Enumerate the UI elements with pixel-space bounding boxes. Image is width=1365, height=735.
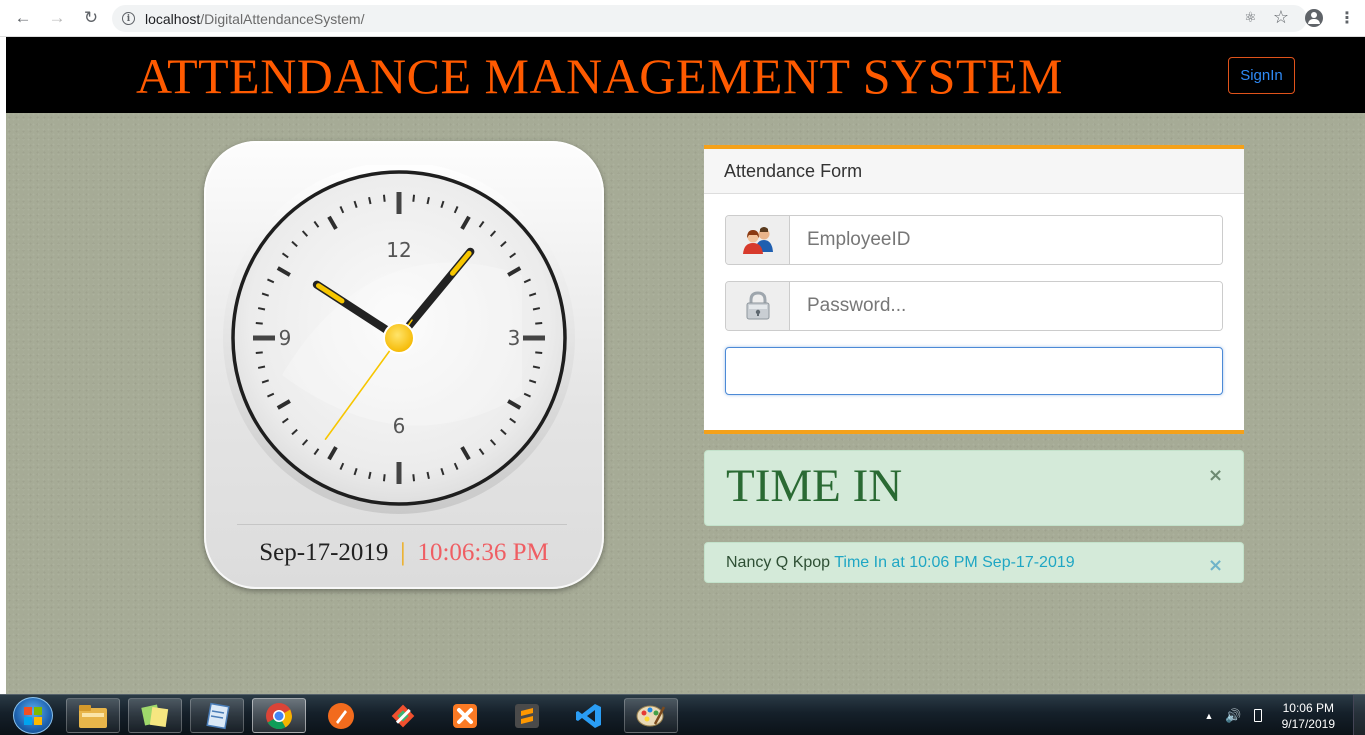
password-input[interactable] [790, 282, 1222, 330]
signin-button[interactable]: SignIn [1228, 57, 1295, 94]
system-tray: ▲ 🔊 10:06 PM 9/17/2019 [1205, 695, 1365, 735]
clock-tick [535, 321, 543, 325]
clock-numeral-9: 9 [279, 326, 292, 350]
xampp-icon[interactable] [438, 698, 492, 733]
site-header: ATTENDANCE MANAGEMENT SYSTEM SignIn [6, 37, 1365, 113]
url-host: localhost [145, 10, 201, 27]
back-arrow-icon[interactable]: ← [12, 7, 34, 29]
info-alert-name: Nancy Q Kpop [726, 554, 831, 571]
address-bar[interactable]: i localhost/DigitalAttendanceSystem/ [112, 5, 1307, 32]
clock-tick [426, 471, 430, 480]
clock-numeral-6: 6 [393, 414, 406, 438]
battery-icon[interactable] [1253, 709, 1262, 722]
paint-icon[interactable] [624, 698, 678, 733]
employee-id-input[interactable] [790, 216, 1222, 264]
employee-id-group [725, 215, 1223, 265]
clock-tick [382, 194, 386, 202]
show-hidden-icons-icon[interactable]: ▲ [1205, 711, 1214, 721]
clock-widget: 12 3 6 9 Sep-17-2019 | 10:06:36 PM [204, 141, 604, 589]
password-group [725, 281, 1223, 331]
profile-icon[interactable] [1305, 8, 1323, 27]
sublime-text-icon[interactable] [500, 698, 554, 733]
timein-alert: TIME IN × [704, 450, 1244, 526]
info-alert-text: Nancy Q Kpop Time In at 10:06 PM Sep-17-… [726, 554, 1075, 572]
attendance-form: Attendance Form [704, 145, 1244, 434]
key-icon[interactable]: ⚛ [1244, 9, 1257, 26]
vscode-icon[interactable] [562, 698, 616, 733]
timein-alert-text: TIME IN [726, 460, 903, 512]
close-icon[interactable]: × [1208, 555, 1223, 576]
clock-tick [368, 196, 372, 205]
clock-tick [532, 307, 541, 311]
close-icon[interactable]: × [1208, 465, 1223, 486]
clock-tick [412, 474, 416, 482]
page-content: ATTENDANCE MANAGEMENT SYSTEM SignIn 12 3… [6, 37, 1365, 694]
clock-tick [382, 474, 386, 482]
info-icon[interactable]: i [122, 12, 135, 25]
scan-input[interactable] [725, 347, 1223, 395]
start-button[interactable] [13, 697, 53, 734]
clock-tick [255, 351, 263, 355]
clock-time: 10:06:36 PM [417, 539, 549, 566]
clock-separator: | [400, 539, 406, 566]
notepad-icon[interactable] [190, 698, 244, 733]
clock-tick [255, 321, 263, 325]
browser-toolbar: ← → ↻ i localhost/DigitalAttendanceSyste… [0, 0, 1365, 37]
clock-tick [257, 365, 266, 369]
users-icon [726, 216, 790, 264]
speaker-icon[interactable]: 🔊 [1225, 708, 1241, 724]
taskbar-date: 9/17/2019 [1281, 716, 1335, 731]
clock-tick [535, 351, 543, 355]
info-alert: Nancy Q Kpop Time In at 10:06 PM Sep-17-… [704, 542, 1244, 583]
clock-numeral-3: 3 [508, 326, 521, 350]
clock-numeral-12: 12 [386, 238, 411, 262]
browser-right-icons: ⚛ ☆ ⋮ [1244, 7, 1355, 28]
clock-center-cap [383, 322, 415, 354]
clock-tick [426, 196, 430, 205]
star-icon[interactable]: ☆ [1273, 7, 1289, 28]
git-icon[interactable] [376, 698, 430, 733]
lock-icon [726, 282, 790, 330]
info-alert-message: Time In at 10:06 PM Sep-17-2019 [834, 554, 1075, 571]
windows-logo-icon [24, 706, 42, 725]
clock-divider [237, 524, 567, 525]
clock-tick [412, 194, 416, 202]
clock-date: Sep-17-2019 [259, 539, 389, 566]
taskbar-time: 10:06 PM [1282, 700, 1334, 715]
sticky-notes-icon[interactable] [128, 698, 182, 733]
reload-icon[interactable]: ↻ [80, 7, 102, 29]
form-heading: Attendance Form [704, 149, 1244, 194]
url-path: /DigitalAttendanceSystem/ [200, 10, 365, 27]
windows-taskbar: ▲ 🔊 10:06 PM 9/17/2019 [0, 694, 1365, 735]
chrome-icon[interactable] [252, 698, 306, 733]
kebab-menu-icon[interactable]: ⋮ [1339, 8, 1355, 28]
taskbar-clock[interactable]: 10:06 PM 9/17/2019 [1282, 700, 1335, 732]
clock-tick [257, 307, 266, 311]
page-title: ATTENDANCE MANAGEMENT SYSTEM [136, 48, 1063, 104]
forward-arrow-icon[interactable]: → [46, 7, 68, 29]
clock-tick [368, 471, 372, 480]
analog-clock: 12 3 6 9 [223, 165, 575, 514]
show-desktop-button[interactable] [1353, 695, 1365, 735]
clock-tick [532, 365, 541, 369]
file-explorer-icon[interactable] [66, 698, 120, 733]
url-text: localhost/DigitalAttendanceSystem/ [145, 11, 364, 27]
brackets-icon[interactable] [314, 698, 368, 733]
clock-readout: Sep-17-2019 | 10:06:36 PM [204, 539, 604, 567]
